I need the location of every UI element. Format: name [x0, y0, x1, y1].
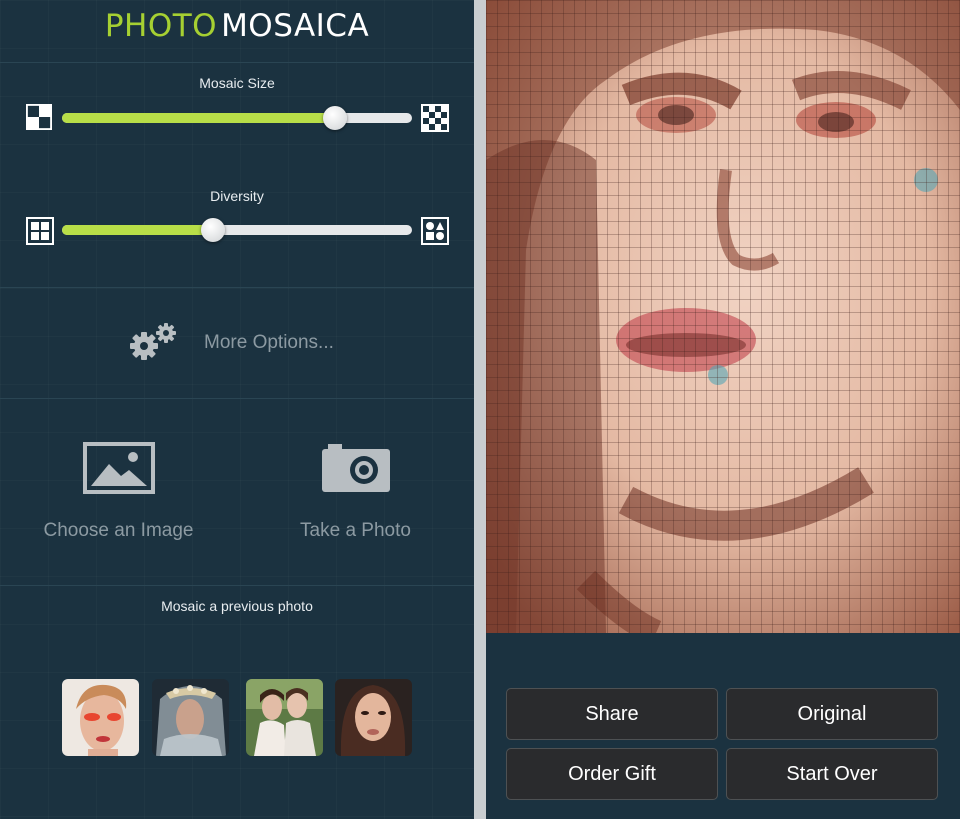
- mosaic-size-thumb[interactable]: [323, 106, 347, 130]
- choose-image-button[interactable]: Choose an Image: [0, 440, 237, 560]
- previous-photo-label: Mosaic a previous photo: [161, 598, 313, 614]
- original-button[interactable]: Original: [726, 688, 938, 740]
- more-options-label: More Options...: [204, 332, 334, 353]
- previous-photo-4[interactable]: [335, 679, 412, 756]
- diversity-fill: [62, 225, 213, 235]
- choose-image-label: Choose an Image: [43, 520, 194, 541]
- settings-panel: PHOTO MOSAICA Mosaic Size Diversity More…: [0, 0, 474, 819]
- diversity-thumb[interactable]: [200, 218, 225, 242]
- order-gift-button[interactable]: Order Gift: [506, 748, 718, 800]
- app-logo: PHOTO MOSAICA: [0, 8, 474, 44]
- result-panel: Share Original Order Gift Start Over: [486, 0, 960, 819]
- previous-photo-3[interactable]: [246, 679, 323, 756]
- take-photo-label: Take a Photo: [300, 520, 411, 541]
- mosaic-size-fill: [62, 113, 335, 123]
- low-diversity-icon: [26, 217, 54, 245]
- mosaic-size-slider[interactable]: [62, 106, 412, 130]
- previous-photo-1[interactable]: [62, 679, 139, 756]
- divider: [0, 398, 474, 399]
- start-over-button[interactable]: Start Over: [726, 748, 938, 800]
- camera-icon: [322, 444, 390, 492]
- divider: [0, 287, 474, 288]
- logo-part-2: MOSAICA: [221, 8, 370, 44]
- previous-photo-2[interactable]: [152, 679, 229, 756]
- take-photo-button[interactable]: Take a Photo: [237, 440, 474, 560]
- image-icon: [83, 442, 155, 494]
- mosaic-image: [486, 0, 960, 633]
- divider: [0, 62, 474, 63]
- high-diversity-icon: [421, 217, 449, 245]
- fine-checker-icon: [421, 104, 449, 132]
- gears-icon: [130, 323, 176, 360]
- more-options-button[interactable]: More Options...: [126, 318, 334, 368]
- coarse-checker-icon: [26, 104, 52, 130]
- split-divider: [474, 0, 486, 819]
- divider: [0, 585, 474, 586]
- logo-part-1: PHOTO: [104, 8, 218, 44]
- diversity-slider[interactable]: [62, 218, 412, 242]
- share-button[interactable]: Share: [506, 688, 718, 740]
- mosaic-tile-grid: [486, 0, 960, 633]
- diversity-label: Diversity: [210, 188, 264, 204]
- mosaic-size-label: Mosaic Size: [199, 75, 275, 91]
